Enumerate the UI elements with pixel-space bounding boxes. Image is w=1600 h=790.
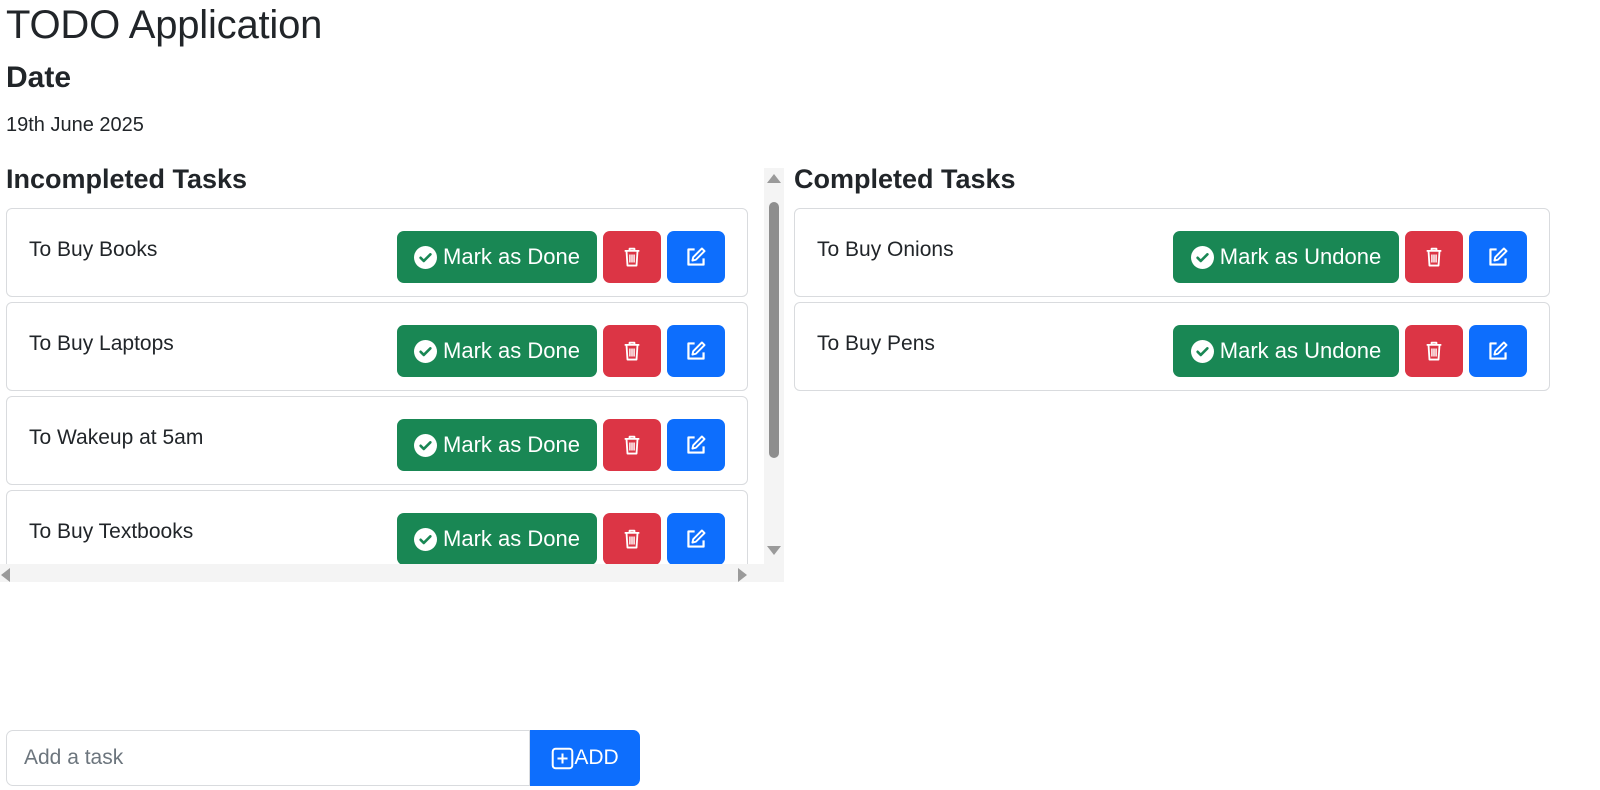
- add-task-input[interactable]: [6, 730, 530, 786]
- mark-as-done-button[interactable]: Mark as Done: [397, 231, 597, 283]
- scroll-right-arrow-icon[interactable]: [738, 568, 747, 582]
- trash-icon: [1426, 341, 1442, 361]
- scroll-up-arrow-icon[interactable]: [767, 174, 781, 183]
- mark-as-done-label: Mark as Done: [443, 244, 580, 269]
- incomplete-tasks-panel: Incompleted Tasks To Buy Books Mark as D…: [0, 162, 784, 582]
- trash-icon: [624, 341, 640, 361]
- scroll-down-arrow-icon[interactable]: [767, 546, 781, 555]
- check-circle-icon: [1190, 245, 1214, 269]
- mark-as-undone-button[interactable]: Mark as Undone: [1173, 231, 1399, 283]
- check-circle-icon: [414, 245, 438, 269]
- mark-as-done-label: Mark as Done: [443, 526, 580, 551]
- horizontal-scrollbar[interactable]: [0, 564, 764, 582]
- completed-task-list: To Buy Onions Mark as Undone To Buy Pens: [794, 208, 1550, 396]
- add-task-form: ADD: [6, 730, 640, 786]
- check-circle-icon: [414, 433, 438, 457]
- mark-as-done-button[interactable]: Mark as Done: [397, 325, 597, 377]
- check-circle-icon: [414, 339, 438, 363]
- trash-icon: [624, 247, 640, 267]
- delete-button[interactable]: [1405, 231, 1463, 283]
- mark-as-undone-label: Mark as Undone: [1219, 244, 1382, 269]
- trash-icon: [1426, 247, 1442, 267]
- vertical-scrollbar[interactable]: [764, 168, 784, 582]
- delete-button[interactable]: [1405, 325, 1463, 377]
- trash-icon: [624, 435, 640, 455]
- edit-icon: [687, 435, 706, 454]
- edit-button[interactable]: [667, 231, 725, 283]
- task-card: To Buy Laptops Mark as Done: [6, 302, 748, 391]
- edit-icon: [687, 341, 706, 360]
- mark-as-done-label: Mark as Done: [443, 338, 580, 363]
- incomplete-task-list: To Buy Books Mark as Done To Buy Laptops: [6, 208, 748, 564]
- task-text: To Buy Pens: [817, 332, 935, 355]
- edit-icon: [1489, 341, 1508, 360]
- check-circle-icon: [414, 527, 438, 551]
- incomplete-tasks-title: Incompleted Tasks: [6, 164, 248, 194]
- task-text: To Wakeup at 5am: [29, 426, 204, 449]
- delete-button[interactable]: [603, 231, 661, 283]
- task-text: To Buy Textbooks: [29, 520, 194, 543]
- task-card: To Buy Textbooks Mark as Done: [6, 490, 748, 564]
- completed-tasks-title: Completed Tasks: [794, 164, 1016, 194]
- mark-as-undone-label: Mark as Undone: [1219, 338, 1382, 363]
- date-value: 19th June 2025: [6, 114, 144, 136]
- incomplete-tasks-scroll-area[interactable]: To Buy Books Mark as Done To Buy Laptops: [0, 208, 764, 564]
- edit-icon: [1489, 247, 1508, 266]
- date-heading: Date: [6, 61, 72, 94]
- scrollbar-thumb[interactable]: [769, 202, 779, 458]
- delete-button[interactable]: [603, 419, 661, 471]
- task-card: To Buy Books Mark as Done: [6, 208, 748, 297]
- mark-as-done-button[interactable]: Mark as Done: [397, 419, 597, 471]
- scroll-left-arrow-icon[interactable]: [1, 568, 10, 582]
- edit-icon: [687, 529, 706, 548]
- mark-as-done-button[interactable]: Mark as Done: [397, 513, 597, 564]
- page-title: TODO Application: [6, 3, 323, 47]
- edit-button[interactable]: [667, 419, 725, 471]
- check-circle-icon: [1190, 339, 1214, 363]
- trash-icon: [624, 529, 640, 549]
- plus-square-icon: [552, 747, 574, 769]
- edit-button[interactable]: [667, 513, 725, 564]
- mark-as-undone-button[interactable]: Mark as Undone: [1173, 325, 1399, 377]
- task-card: To Wakeup at 5am Mark as Done: [6, 396, 748, 485]
- task-card: To Buy Pens Mark as Undone: [794, 302, 1550, 391]
- add-button-label: ADD: [574, 746, 619, 769]
- edit-button[interactable]: [1469, 325, 1527, 377]
- delete-button[interactable]: [603, 325, 661, 377]
- edit-icon: [687, 247, 706, 266]
- add-task-button[interactable]: ADD: [530, 730, 640, 786]
- delete-button[interactable]: [603, 513, 661, 564]
- mark-as-done-label: Mark as Done: [443, 432, 580, 457]
- task-text: To Buy Books: [29, 238, 158, 261]
- task-card: To Buy Onions Mark as Undone: [794, 208, 1550, 297]
- edit-button[interactable]: [1469, 231, 1527, 283]
- task-text: To Buy Onions: [817, 238, 954, 261]
- task-text: To Buy Laptops: [29, 332, 174, 355]
- edit-button[interactable]: [667, 325, 725, 377]
